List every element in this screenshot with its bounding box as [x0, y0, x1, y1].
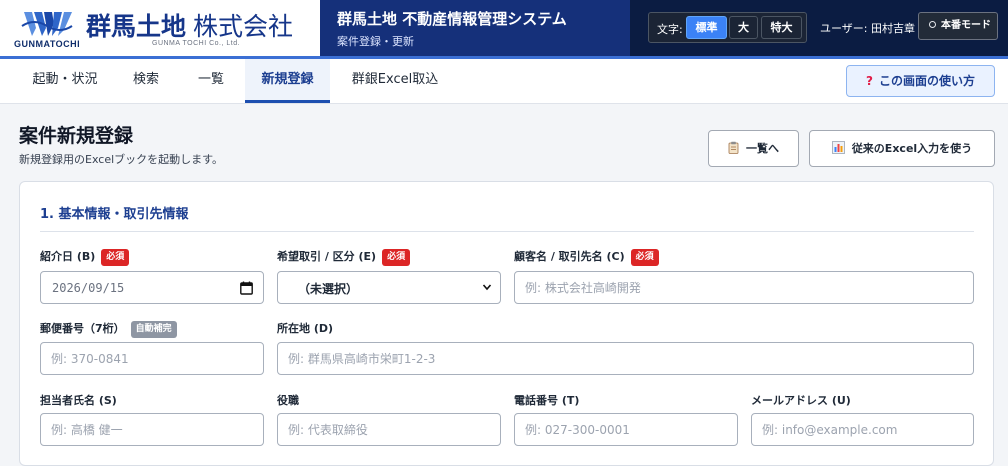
- font-size-xlarge-button[interactable]: 特大: [761, 16, 802, 39]
- phone-input[interactable]: [514, 413, 738, 446]
- mode-label: 本番モード: [941, 20, 991, 31]
- intro-date-label-text: 紹介日 (B): [40, 250, 96, 263]
- customer-name-label: 顧客名 / 取引先名 (C) 必須: [514, 248, 659, 266]
- company-name: 群馬土地 株式会社: [86, 7, 293, 43]
- company-name-main: 群馬土地: [86, 13, 187, 41]
- email-label: メールアドレス (U): [751, 394, 851, 407]
- position-input[interactable]: [277, 413, 501, 446]
- deal-type-value: （未選択）: [298, 282, 359, 296]
- calendar-icon[interactable]: [240, 281, 253, 295]
- system-title-area: 群馬土地 不動産情報管理システム 案件登録・更新: [320, 0, 630, 56]
- system-subtitle: 案件登録・更新: [337, 35, 414, 48]
- help-button-label: この画面の使い方: [878, 74, 975, 88]
- user-name: ユーザー: 田村吉章: [820, 22, 915, 35]
- brand-area: GUNMATOCHI 群馬土地 株式会社 GUNMA TOCHI Co., Lt…: [0, 0, 320, 56]
- email-input[interactable]: [751, 413, 974, 446]
- clipboard-icon: [728, 141, 739, 154]
- customer-name-input[interactable]: [514, 271, 974, 304]
- legacy-excel-button[interactable]: 従来のExcel入力を使う: [809, 130, 995, 167]
- chevron-down-icon: [482, 284, 492, 291]
- intro-date-input[interactable]: 2026/09/15: [40, 271, 264, 304]
- deal-type-select[interactable]: （未選択）: [277, 271, 501, 304]
- back-to-list-label: 一覧へ: [746, 142, 779, 155]
- company-logo-icon: [21, 12, 73, 36]
- required-badge: 必須: [101, 249, 130, 266]
- company-name-en: GUNMA TOCHI Co., Ltd.: [152, 40, 241, 47]
- logo-subtext: GUNMATOCHI: [14, 39, 81, 49]
- font-size-large-button[interactable]: 大: [729, 16, 758, 39]
- font-size-standard-button[interactable]: 標準: [686, 16, 727, 39]
- system-title: 群馬土地 不動産情報管理システム: [337, 10, 567, 28]
- deal-type-label-text: 希望取引 / 区分 (E): [277, 250, 377, 263]
- font-size-switcher: 文字: 標準 大 特大: [648, 12, 807, 43]
- mode-button[interactable]: 本番モード: [918, 12, 998, 40]
- nav-tab-new[interactable]: 新規登録: [245, 59, 330, 103]
- postal-code-label: 郵便番号（7桁） 自動補完: [40, 320, 177, 338]
- position-label: 役職: [277, 394, 299, 407]
- nav-tab-gunma-bank-import[interactable]: 群銀Excel取込: [340, 59, 450, 103]
- font-size-label: 文字:: [657, 23, 683, 36]
- help-button[interactable]: ? この画面の使い方: [846, 65, 995, 97]
- postal-code-input[interactable]: [40, 342, 264, 375]
- nav-tab-list[interactable]: 一覧: [186, 59, 236, 103]
- company-name-kk: 株式会社: [192, 13, 293, 41]
- intro-date-label: 紹介日 (B) 必須: [40, 248, 130, 266]
- back-to-list-button[interactable]: 一覧へ: [708, 130, 799, 167]
- address-input[interactable]: [277, 342, 974, 375]
- question-icon: ?: [866, 74, 873, 88]
- address-label: 所在地 (D): [277, 322, 334, 335]
- section-divider: [40, 231, 974, 232]
- postal-code-label-text: 郵便番号（7桁）: [40, 322, 125, 335]
- section-title: 1. 基本情報・取引先情報: [40, 207, 189, 222]
- contact-name-input[interactable]: [40, 413, 264, 446]
- page-title: 案件新規登録: [19, 125, 134, 147]
- deal-type-label: 希望取引 / 区分 (E) 必須: [277, 248, 411, 266]
- legacy-excel-label: 従来のExcel入力を使う: [851, 142, 973, 155]
- required-badge: 必須: [382, 249, 411, 266]
- customer-name-label-text: 顧客名 / 取引先名 (C): [514, 250, 625, 263]
- intro-date-value: 2026/09/15: [52, 281, 125, 295]
- phone-label: 電話番号 (T): [514, 394, 580, 407]
- mode-status-icon: [929, 21, 936, 28]
- nav-tab-search[interactable]: 検索: [122, 59, 170, 103]
- required-badge: 必須: [630, 249, 659, 266]
- main-nav: 起動・状況 検索 一覧 新規登録 群銀Excel取込 ? この画面の使い方: [0, 59, 1008, 104]
- bar-chart-icon: [831, 141, 845, 154]
- form-card: 1. 基本情報・取引先情報 紹介日 (B) 必須 2026/09/15 希望取引 …: [19, 181, 994, 466]
- nav-tab-status[interactable]: 起動・状況: [24, 59, 106, 103]
- contact-name-label: 担当者氏名 (S): [40, 394, 117, 407]
- autofill-badge: 自動補完: [130, 321, 177, 338]
- page-description: 新規登録用のExcelブックを起動します。: [19, 153, 224, 166]
